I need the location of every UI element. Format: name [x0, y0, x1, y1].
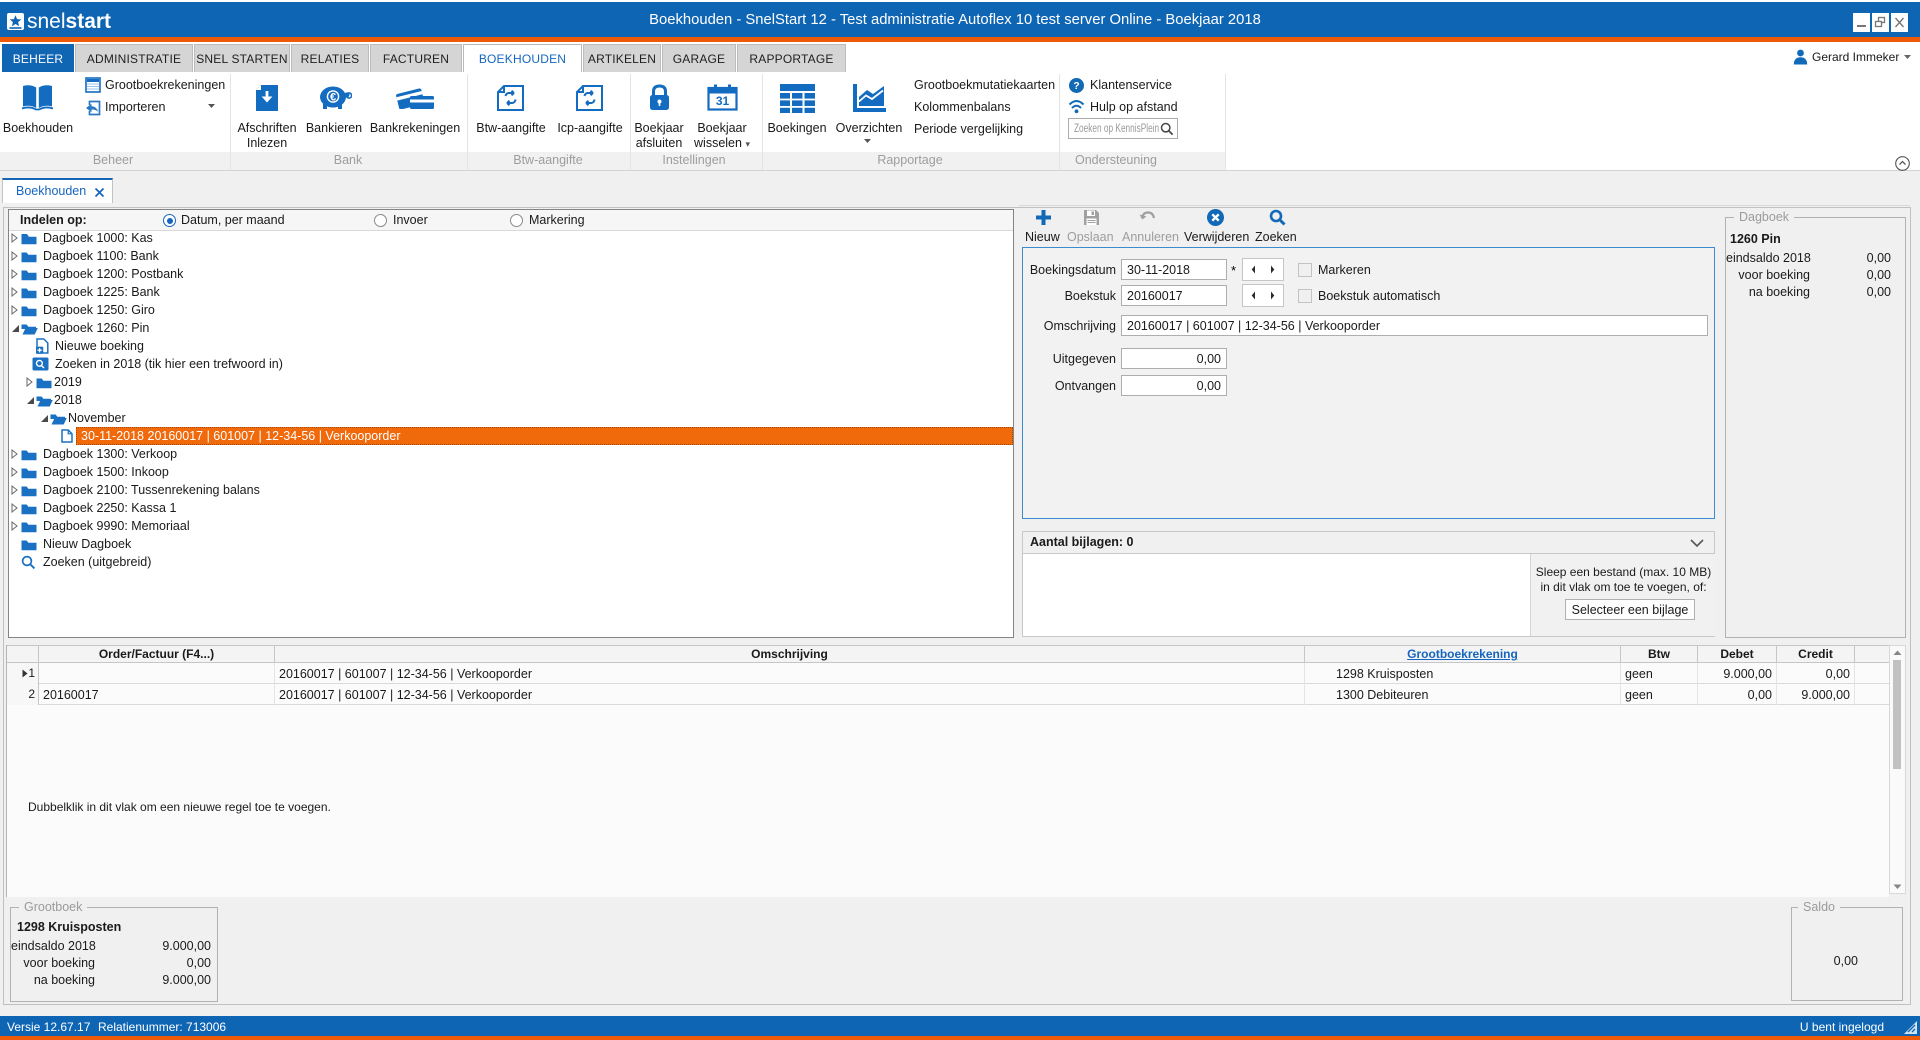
svg-text:?: ? — [1073, 80, 1079, 92]
svg-text:31: 31 — [716, 94, 730, 108]
svg-text:€: € — [330, 92, 336, 104]
